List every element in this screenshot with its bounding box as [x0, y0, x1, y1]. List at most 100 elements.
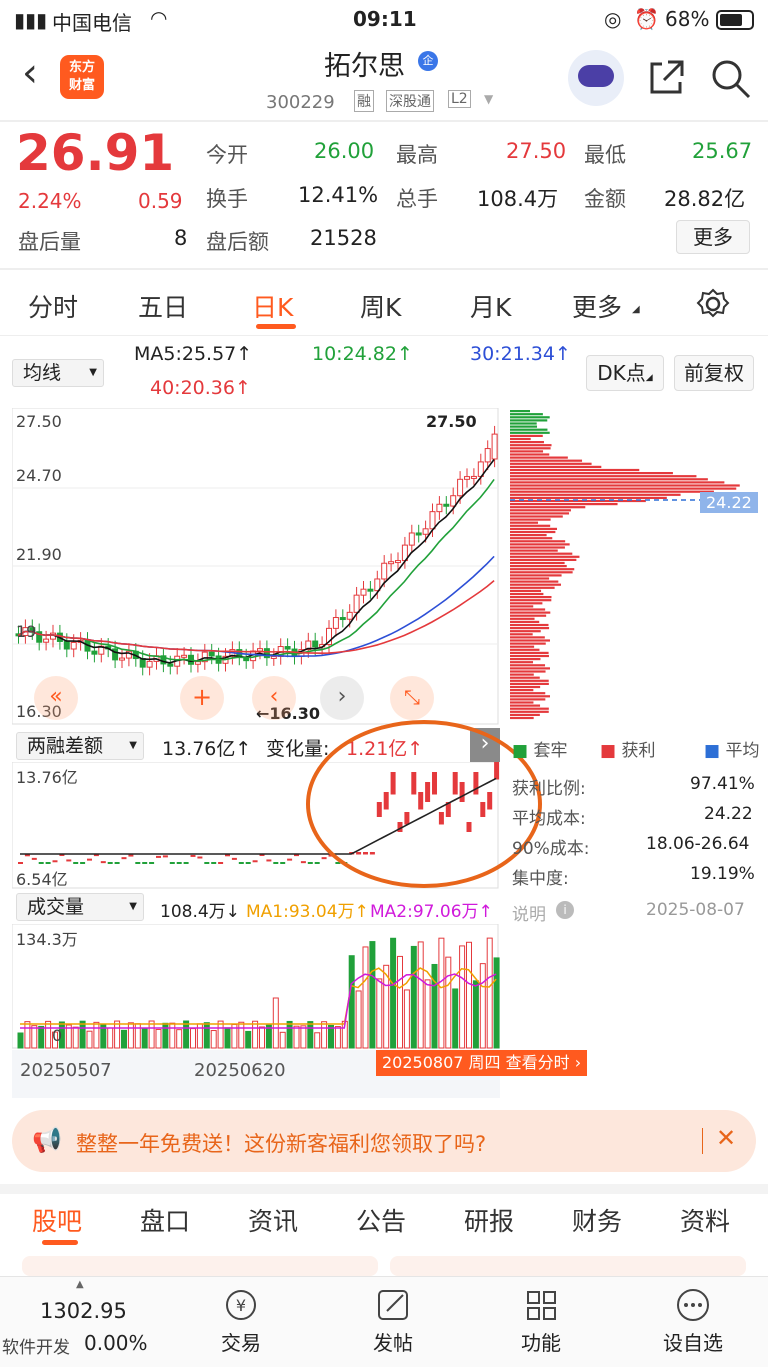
- margin-bar: [169, 862, 175, 864]
- chip-bar: [510, 484, 740, 487]
- chip-bar: [510, 555, 580, 558]
- more-button[interactable]: 更多: [676, 220, 750, 254]
- chip-bars: [510, 410, 740, 720]
- chip-bar: [510, 695, 550, 698]
- function-label: 功能: [521, 1331, 561, 1355]
- volume-bar: [397, 955, 403, 1049]
- date-label: 20250507: [20, 1060, 112, 1081]
- profit-ratio-label: 获利比例:: [512, 779, 586, 799]
- open-label: 今开: [206, 143, 248, 167]
- chip-bar: [510, 586, 555, 589]
- post-button[interactable]: 发帖: [352, 1287, 434, 1356]
- after-amt-label: 盘后额: [206, 230, 269, 254]
- ma40-value: 40:20.36↑: [150, 377, 251, 399]
- chip-bar: [510, 685, 541, 689]
- margin-bar: [66, 859, 72, 862]
- volume-bar: [72, 1026, 79, 1049]
- turnover-value: 12.41%: [298, 183, 379, 207]
- index-value[interactable]: 1302.95: [40, 1299, 127, 1323]
- ma-selector[interactable]: 均线 ▼: [12, 359, 104, 387]
- chip-bar: [510, 710, 549, 713]
- zoom-in-icon[interactable]: +: [180, 676, 224, 720]
- share-icon[interactable]: [646, 58, 686, 98]
- adjust-button[interactable]: 前复权: [674, 355, 754, 391]
- candle: [367, 588, 374, 592]
- tab-profile[interactable]: 资料: [680, 1202, 730, 1238]
- trade-button[interactable]: ¥ 交易: [200, 1287, 282, 1356]
- margin-ymin: 6.54亿: [16, 870, 68, 889]
- volume-selector[interactable]: 成交量 ▼: [16, 893, 144, 921]
- app-logo[interactable]: 东方 财富: [60, 55, 104, 99]
- candle: [436, 503, 443, 513]
- chip-bar: [510, 661, 534, 664]
- candle: [208, 651, 215, 657]
- chip-bar: [510, 503, 618, 506]
- chip-bar: [510, 673, 534, 676]
- kline-chart[interactable]: 27.50 24.70 21.90 19 16.30 27.50 ←16.30 …: [12, 408, 500, 726]
- caret-up-icon[interactable]: ▲: [76, 1279, 84, 1290]
- chip-bar: [510, 481, 725, 484]
- kline-y-label: 24.70: [16, 466, 62, 485]
- kline-y-label: 27.50: [16, 412, 62, 431]
- dk-point-button[interactable]: DK点◢: [586, 355, 664, 391]
- tab-5day[interactable]: 五日: [138, 288, 188, 324]
- tab-announcements[interactable]: 公告: [356, 1202, 406, 1238]
- tab-news[interactable]: 资讯: [248, 1202, 298, 1238]
- margin-selector[interactable]: 两融差额 ▼: [16, 732, 144, 760]
- volume-bar: [369, 941, 376, 1049]
- volume-bar: [176, 1029, 183, 1049]
- tab-monthly[interactable]: 月K: [470, 288, 511, 324]
- tab-intraday[interactable]: 分时: [28, 288, 78, 324]
- zoom-out-icon[interactable]: ‹: [252, 676, 296, 720]
- tab-daily[interactable]: 日K: [252, 288, 293, 324]
- info-icon[interactable]: i: [556, 901, 574, 919]
- fullscreen-icon[interactable]: ⤡: [390, 676, 434, 720]
- volume-bar: [141, 1028, 148, 1049]
- chip-bar: [510, 664, 546, 667]
- volume-bar: [107, 1027, 114, 1049]
- function-button[interactable]: 功能: [500, 1287, 582, 1356]
- chip-bar: [510, 611, 551, 614]
- nav-bar: ‹ 东方 财富 拓尔思 企 300229 融 深股通 L2 ▼: [0, 40, 768, 120]
- scroll-left-icon[interactable]: «: [34, 676, 78, 720]
- search-icon[interactable]: [710, 58, 752, 100]
- scroll-right-icon[interactable]: ›: [320, 676, 364, 720]
- carrier: 中国电信: [52, 11, 132, 35]
- volume-bar: [114, 1020, 121, 1049]
- tab-forum[interactable]: 股吧: [32, 1202, 82, 1238]
- sector-name[interactable]: 软件开发: [2, 1333, 70, 1358]
- chip-bar: [510, 623, 549, 627]
- volume-bar: [293, 1025, 300, 1049]
- last-price: 26.91: [16, 124, 175, 182]
- back-icon[interactable]: ‹: [22, 50, 38, 96]
- close-icon[interactable]: ✕: [716, 1124, 736, 1152]
- tab-orderbook[interactable]: 盘口: [140, 1202, 190, 1238]
- margin-bar: [162, 855, 168, 858]
- volume-bar: [300, 1025, 307, 1049]
- low-label: 最低: [584, 143, 626, 167]
- cursor-date-button[interactable]: 20250807 周四 查看分时 ›: [376, 1050, 588, 1076]
- set-watchlist-button[interactable]: 设自选: [648, 1287, 738, 1356]
- candle: [464, 476, 470, 480]
- candle: [194, 661, 201, 665]
- battery-icon: [716, 10, 754, 30]
- assistant-avatar[interactable]: [568, 50, 624, 106]
- chip-note-label[interactable]: 说明: [512, 900, 546, 925]
- chip-bar: [510, 676, 540, 679]
- tab-more[interactable]: 更多: [572, 288, 622, 324]
- chip-bar: [510, 568, 575, 571]
- tab-weekly[interactable]: 周K: [360, 288, 401, 324]
- settings-icon[interactable]: [696, 287, 730, 321]
- chip-bar: [510, 410, 530, 413]
- candle: [429, 511, 436, 530]
- tab-research[interactable]: 研报: [464, 1202, 514, 1238]
- tab-finance[interactable]: 财务: [572, 1202, 622, 1238]
- chip-bar: [510, 468, 640, 472]
- volume-bar: [321, 1021, 328, 1049]
- volume-bar: [155, 1028, 162, 1049]
- volume-bar: [93, 1021, 100, 1049]
- caret-down-icon[interactable]: ▼: [484, 92, 493, 106]
- promo-banner[interactable]: 📢 整整一年免费送！这份新客福利您领取了吗? ✕: [12, 1110, 756, 1172]
- low-value: 25.67: [692, 139, 753, 163]
- chip-bar: [510, 630, 541, 633]
